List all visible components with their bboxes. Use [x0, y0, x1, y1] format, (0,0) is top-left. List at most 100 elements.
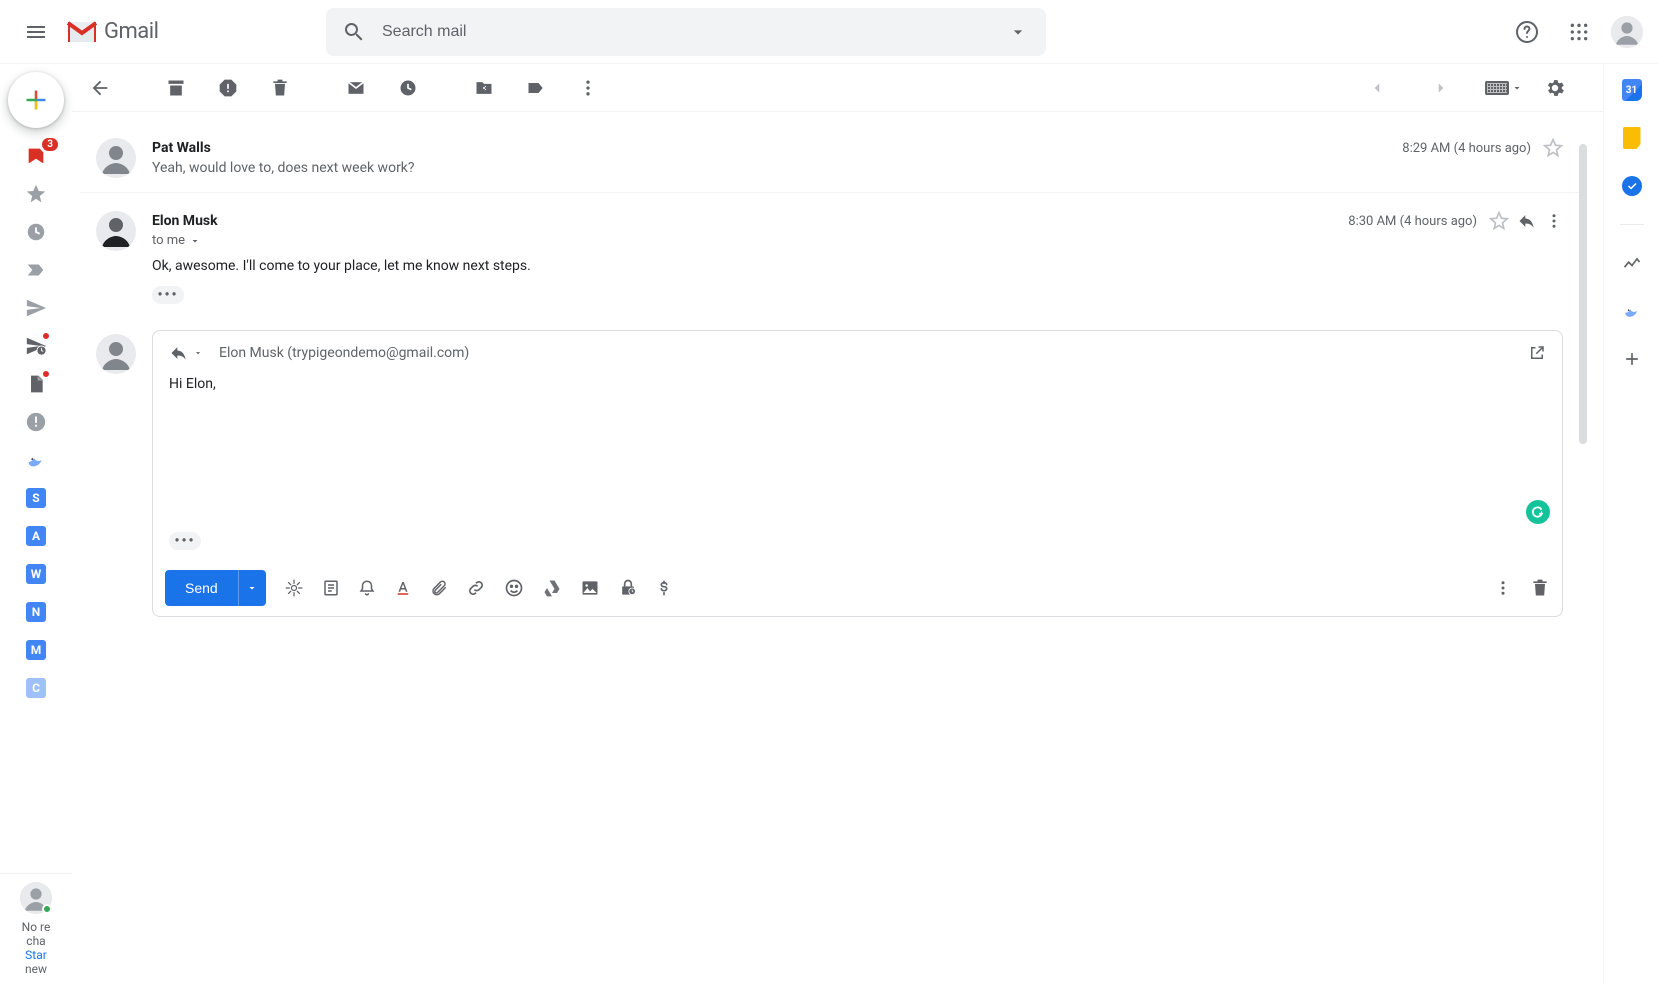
- nav-inbox[interactable]: 3: [24, 144, 48, 168]
- reply-button[interactable]: [1517, 211, 1537, 231]
- nav-drafts[interactable]: [24, 372, 48, 396]
- tool-attach-icon[interactable]: [430, 579, 448, 597]
- tool-formatting-icon[interactable]: [394, 579, 412, 597]
- keyboard-icon: [1485, 81, 1509, 95]
- message-more-button[interactable]: [1545, 212, 1563, 230]
- nav-snoozed[interactable]: [24, 220, 48, 244]
- compose-more-button[interactable]: [1494, 579, 1512, 597]
- side-bird[interactable]: [1622, 301, 1642, 321]
- nav-starred[interactable]: [24, 182, 48, 206]
- compose-header: Elon Musk (trypigeondemo@gmail.com): [153, 331, 1562, 372]
- search-input[interactable]: [374, 23, 998, 41]
- thread-view: Pat Walls 8:29 AM (4 hours ago) Yeah, wo…: [72, 112, 1603, 984]
- older-button[interactable]: [1421, 68, 1461, 108]
- panel-divider: [1620, 224, 1644, 225]
- tool-confidential-icon[interactable]: [618, 578, 638, 598]
- snooze-button[interactable]: [388, 68, 428, 108]
- nav-label-n[interactable]: N: [24, 600, 48, 624]
- right-side-panel: [1603, 64, 1659, 984]
- reply-type-button[interactable]: [169, 343, 203, 363]
- tool-emoji-icon[interactable]: [504, 578, 524, 598]
- main-menu-button[interactable]: [12, 8, 60, 56]
- message-body: Ok, awesome. I'll come to your place, le…: [152, 258, 1563, 274]
- nav-label-w[interactable]: W: [24, 562, 48, 586]
- apps-icon[interactable]: [1559, 12, 1599, 52]
- show-trimmed-compose[interactable]: •••: [169, 532, 201, 550]
- search-options-dropdown[interactable]: [998, 12, 1038, 52]
- nav-scheduled[interactable]: [24, 334, 48, 358]
- sender-avatar: [96, 211, 136, 251]
- nav-label-s[interactable]: S: [24, 486, 48, 510]
- tool-templates-icon[interactable]: [322, 579, 340, 597]
- presence-indicator: [42, 904, 52, 914]
- popout-button[interactable]: [1528, 344, 1546, 362]
- more-button[interactable]: [568, 68, 608, 108]
- side-add-button[interactable]: [1622, 349, 1642, 369]
- send-options-button[interactable]: [238, 570, 266, 606]
- hangouts-text-2: cha: [4, 934, 68, 948]
- nav-label-bird-1[interactable]: [24, 448, 48, 472]
- scrollbar-thumb[interactable]: [1579, 144, 1587, 444]
- labels-button[interactable]: [516, 68, 556, 108]
- send-button-group: Send: [165, 570, 266, 606]
- compose-body[interactable]: Hi Elon,: [153, 372, 1562, 532]
- show-trimmed-button[interactable]: •••: [152, 286, 184, 304]
- side-tasks[interactable]: [1622, 176, 1642, 196]
- grammarly-icon[interactable]: [1526, 500, 1550, 524]
- back-button[interactable]: [80, 68, 120, 108]
- compose-button[interactable]: [8, 72, 64, 128]
- sender-name: Pat Walls: [152, 140, 211, 156]
- nav-spam[interactable]: [24, 410, 48, 434]
- nav-important[interactable]: [24, 258, 48, 282]
- account-avatar[interactable]: [1611, 16, 1643, 48]
- header-right: [1507, 12, 1651, 52]
- hangouts-start-link[interactable]: Star: [4, 948, 68, 962]
- hangouts-self-avatar[interactable]: [20, 882, 52, 914]
- message-collapsed[interactable]: Pat Walls 8:29 AM (4 hours ago) Yeah, wo…: [80, 120, 1579, 193]
- input-tools-button[interactable]: [1485, 81, 1523, 95]
- side-keep[interactable]: [1622, 128, 1642, 148]
- newer-button[interactable]: [1357, 68, 1397, 108]
- mark-unread-button[interactable]: [336, 68, 376, 108]
- header: Gmail: [0, 0, 1659, 64]
- star-button[interactable]: [1489, 211, 1509, 231]
- settings-button[interactable]: [1535, 68, 1575, 108]
- compose-recipients[interactable]: Elon Musk (trypigeondemo@gmail.com): [219, 345, 1528, 361]
- tool-loom-icon[interactable]: [284, 578, 304, 598]
- sender-avatar: [96, 138, 136, 178]
- support-icon[interactable]: [1507, 12, 1547, 52]
- tool-drive-icon[interactable]: [542, 578, 562, 598]
- nav-sent[interactable]: [24, 296, 48, 320]
- search-bar[interactable]: [326, 8, 1046, 56]
- self-avatar: [96, 334, 136, 374]
- star-button[interactable]: [1543, 138, 1563, 158]
- tool-money-icon[interactable]: [656, 578, 672, 598]
- message-time: 8:30 AM (4 hours ago): [1348, 214, 1477, 229]
- archive-button[interactable]: [156, 68, 196, 108]
- delete-button[interactable]: [260, 68, 300, 108]
- gmail-logo[interactable]: Gmail: [60, 18, 158, 46]
- discard-draft-button[interactable]: [1530, 578, 1550, 598]
- main: Pat Walls 8:29 AM (4 hours ago) Yeah, wo…: [72, 64, 1603, 984]
- inbox-count-badge: 3: [42, 138, 58, 151]
- hangouts-text-1: No re: [4, 920, 68, 934]
- thread-toolbar: [72, 64, 1603, 112]
- send-button[interactable]: Send: [165, 570, 238, 606]
- tool-reminder-icon[interactable]: [358, 579, 376, 597]
- brand-text: Gmail: [104, 19, 158, 44]
- move-to-button[interactable]: [464, 68, 504, 108]
- message-time: 8:29 AM (4 hours ago): [1402, 141, 1531, 156]
- tool-link-icon[interactable]: [466, 578, 486, 598]
- tool-image-icon[interactable]: [580, 578, 600, 598]
- nav-label-c[interactable]: C: [24, 676, 48, 700]
- message-expanded: Elon Musk 8:30 AM (4 hours ago) to me Ok…: [80, 193, 1579, 318]
- recipients-summary[interactable]: to me: [152, 233, 1563, 248]
- nav-label-m[interactable]: M: [24, 638, 48, 662]
- header-left: Gmail: [8, 8, 256, 56]
- report-spam-button[interactable]: [208, 68, 248, 108]
- nav-label-a[interactable]: A: [24, 524, 48, 548]
- search-icon[interactable]: [334, 12, 374, 52]
- side-calendar[interactable]: [1622, 80, 1642, 100]
- compose-toolbar: Send: [153, 560, 1562, 616]
- side-analytics[interactable]: [1622, 253, 1642, 273]
